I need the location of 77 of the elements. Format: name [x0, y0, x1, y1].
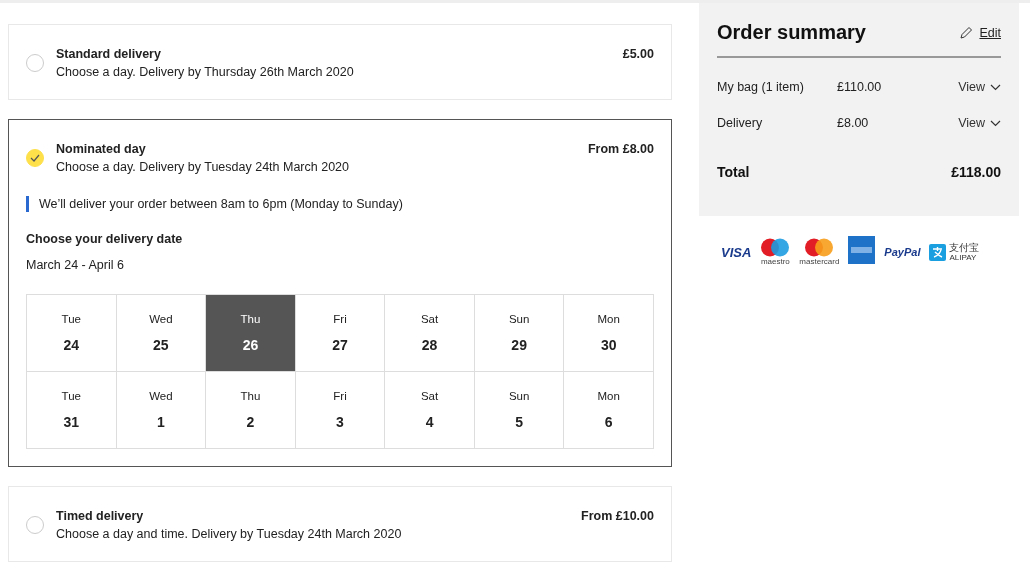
day-number: 6	[604, 414, 613, 430]
weekday-label: Sun	[508, 390, 530, 402]
date-cell[interactable]: Sat 4	[385, 372, 475, 449]
day-number: 24	[63, 337, 80, 353]
date-heading: Choose your delivery date	[26, 232, 184, 246]
option-price: £5.00	[622, 47, 654, 61]
checked-radio-button[interactable]	[26, 149, 44, 167]
weekday-label: Sun	[508, 313, 530, 325]
info-note: We’ll deliver your order between 8am to 6pm (Monday to Sunday)	[26, 196, 654, 212]
date-cell[interactable]: Fri 3	[295, 372, 386, 449]
pencil-icon	[960, 26, 974, 39]
alipay-logo: 支付宝 ALIPAY	[929, 242, 980, 262]
day-number: 3	[336, 414, 344, 430]
card-logo: VISA	[721, 244, 752, 260]
date-cell[interactable]: Sun 5	[474, 372, 565, 449]
date-range: March 24 - April 6	[26, 258, 125, 272]
option-description: Choose a day and time. Delivery by Tuesday 24th March 2020	[56, 527, 403, 541]
day-number: 4	[425, 414, 434, 430]
day-number: 25	[153, 337, 169, 353]
weekday-label: Sat	[420, 313, 439, 325]
weekday-label: Tue	[61, 313, 81, 325]
date-cell[interactable]: Thu 26	[206, 295, 296, 372]
summary-amount: £8.00	[837, 116, 870, 130]
weekday-label: Fri	[333, 313, 347, 325]
weekday-label: Tue	[61, 390, 81, 402]
option-title: Nominated day	[56, 142, 147, 156]
option-description: Choose a day. Delivery by Thursday 26th March 2020	[56, 65, 355, 79]
day-number: 1	[156, 414, 165, 430]
weekday-label: Mon	[597, 390, 620, 402]
day-number: 29	[511, 337, 527, 353]
total-label: Total	[717, 164, 750, 180]
date-cell[interactable]: Tue 24	[27, 295, 117, 372]
edit-link[interactable]: Edit	[960, 25, 1001, 40]
option-price: From £10.00	[581, 509, 654, 523]
weekday-label: Mon	[597, 313, 620, 325]
date-cell[interactable]: Mon 6	[564, 372, 654, 449]
day-number: 27	[332, 337, 348, 353]
weekday-label: Wed	[149, 313, 173, 325]
day-number: 26	[242, 337, 259, 353]
summary-label: Delivery	[717, 116, 764, 130]
paypal-logo: PayPal	[884, 246, 921, 258]
delivery-option-card[interactable]	[8, 119, 672, 467]
weekday-label: Thu	[240, 390, 261, 402]
chevron-down-icon	[990, 83, 1001, 91]
view-button[interactable]: View	[958, 116, 1001, 130]
option-description: Choose a day. Delivery by Tuesday 24th March 2020	[56, 160, 350, 174]
day-number: 2	[246, 414, 255, 430]
summary-label: My bag (1 item)	[717, 80, 805, 94]
weekday-label: Thu	[240, 313, 261, 325]
day-number: 31	[63, 414, 80, 430]
date-cell[interactable]: Thu 2	[206, 372, 296, 449]
date-cell[interactable]: Sat 28	[385, 295, 475, 372]
option-price: From £8.00	[588, 142, 654, 156]
check-icon	[30, 154, 40, 162]
delivery-option-card[interactable]: Timed delivery Choose a day and time. Delivery by Tuesday 24th March 2020 From £10.00	[8, 486, 672, 562]
date-cell[interactable]: Wed 25	[116, 295, 207, 372]
day-number: 30	[600, 337, 617, 353]
weekday-label: Sat	[420, 390, 439, 402]
weekday-label: Wed	[149, 390, 173, 402]
view-button[interactable]: View	[958, 80, 1001, 94]
date-cell[interactable]: Wed 1	[116, 372, 207, 449]
option-title: Timed delivery	[56, 509, 145, 523]
card-logo: mastercard	[799, 238, 840, 266]
summary-title: Order summary	[717, 21, 866, 44]
date-cell[interactable]: Tue 31	[27, 372, 117, 449]
delivery-option-card[interactable]: Standard delivery Choose a day. Delivery by Thursday 26th March 2020 £5.00	[8, 24, 672, 100]
weekday-label: Fri	[333, 390, 347, 402]
chevron-down-icon	[990, 119, 1001, 127]
day-number: 28	[421, 337, 438, 353]
date-cell[interactable]: Fri 27	[295, 295, 386, 372]
date-cell[interactable]: Mon 30	[564, 295, 654, 372]
day-number: 5	[515, 414, 524, 430]
summary-amount: £110.00	[837, 80, 883, 94]
date-cell[interactable]: Sun 29	[474, 295, 565, 372]
total-amount: £118.00	[951, 164, 1001, 180]
card-logo: maestro	[760, 238, 791, 266]
option-title: Standard delivery	[56, 47, 162, 61]
